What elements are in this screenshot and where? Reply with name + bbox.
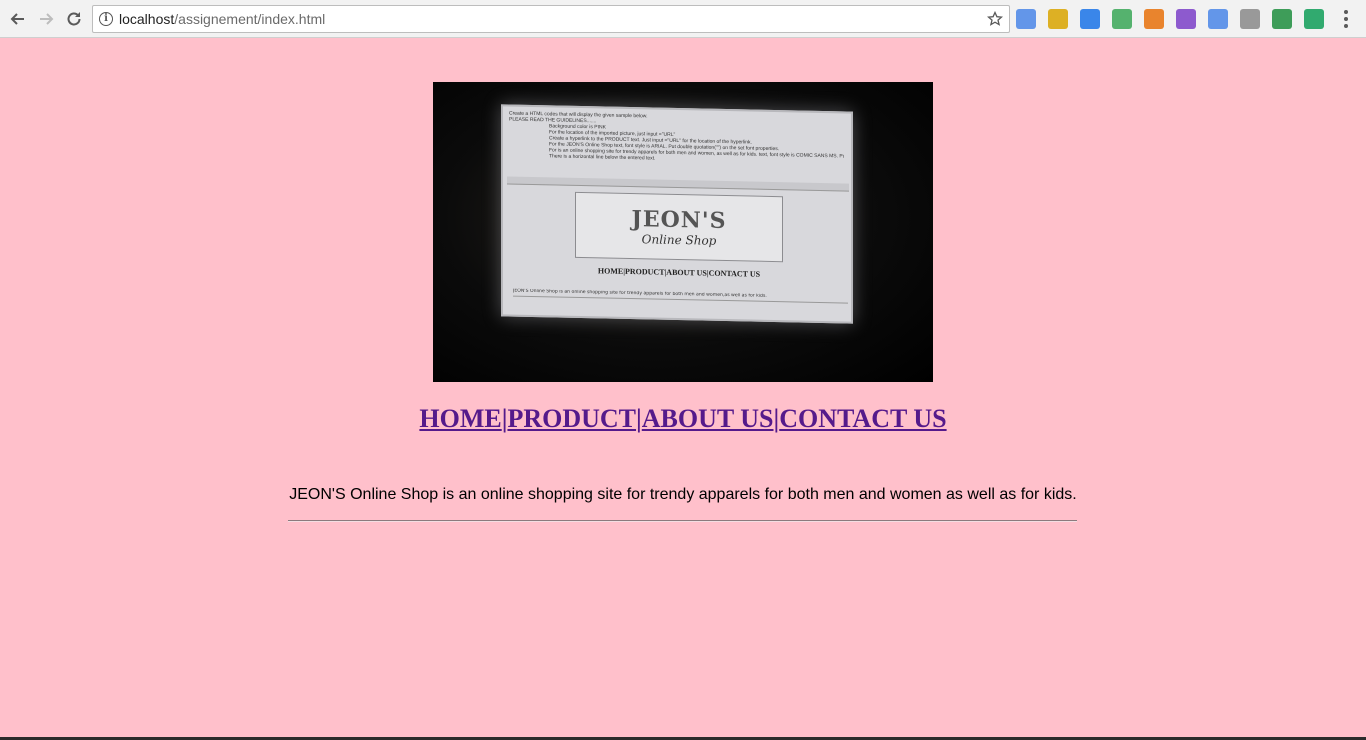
shop-logo: JEON'S Online Shop xyxy=(575,191,783,263)
photo-desc-text: JEON'S Online Shop is an online shopping… xyxy=(513,288,848,304)
url-text[interactable]: localhost/assignement/index.html xyxy=(119,11,325,27)
assignment-instructions: Create a HTML codes that will display th… xyxy=(509,110,844,181)
reload-icon xyxy=(67,12,81,26)
url-host: localhost xyxy=(119,11,175,27)
logo-title: JEON'S xyxy=(631,206,727,235)
green-search-icon[interactable] xyxy=(1272,9,1292,29)
nav-link-about[interactable]: ABOUT US xyxy=(642,404,774,433)
forward-arrow-icon xyxy=(40,13,54,25)
url-path: /assignement/index.html xyxy=(174,11,326,27)
drop-icon[interactable] xyxy=(1176,9,1196,29)
flag-icon[interactable] xyxy=(1144,9,1164,29)
nav-link-product[interactable]: PRODUCT xyxy=(507,404,636,433)
banner-image: Create a HTML codes that will display th… xyxy=(433,82,933,382)
address-bar[interactable]: i localhost/assignement/index.html xyxy=(92,5,1010,33)
bookmark-star-icon[interactable] xyxy=(985,9,1005,29)
shop-description: JEON'S Online Shop is an online shopping… xyxy=(289,486,1077,503)
main-nav: HOME|PRODUCT|ABOUT US|CONTACT US xyxy=(0,404,1366,434)
reload-button[interactable] xyxy=(62,7,86,31)
info-icon[interactable]: i xyxy=(99,12,113,26)
browser-menu-icon[interactable] xyxy=(1342,10,1350,28)
horizontal-rule xyxy=(288,520,1077,522)
nav-link-contact[interactable]: CONTACT US xyxy=(779,404,946,433)
google-sheets-icon[interactable] xyxy=(1048,9,1068,29)
google-docs-icon[interactable] xyxy=(1016,9,1036,29)
circle-extension-icon[interactable] xyxy=(1208,9,1228,29)
photo-of-screen: Create a HTML codes that will display th… xyxy=(501,104,853,324)
forward-button[interactable] xyxy=(34,7,58,31)
clip-icon[interactable] xyxy=(1112,9,1132,29)
back-arrow-icon xyxy=(10,13,24,25)
logo-subtitle: Online Shop xyxy=(641,232,717,248)
music-note-icon[interactable] xyxy=(1304,9,1324,29)
back-button[interactable] xyxy=(6,7,30,31)
extensions-bar xyxy=(1016,9,1336,29)
browser-toolbar: i localhost/assignement/index.html xyxy=(0,0,1366,38)
nav-link-home[interactable]: HOME xyxy=(419,404,501,433)
search-extension-icon[interactable] xyxy=(1080,9,1100,29)
magnifier-icon[interactable] xyxy=(1240,9,1260,29)
photo-nav-text: HOME|PRODUCT|ABOUT US|CONTACT US xyxy=(597,266,761,279)
